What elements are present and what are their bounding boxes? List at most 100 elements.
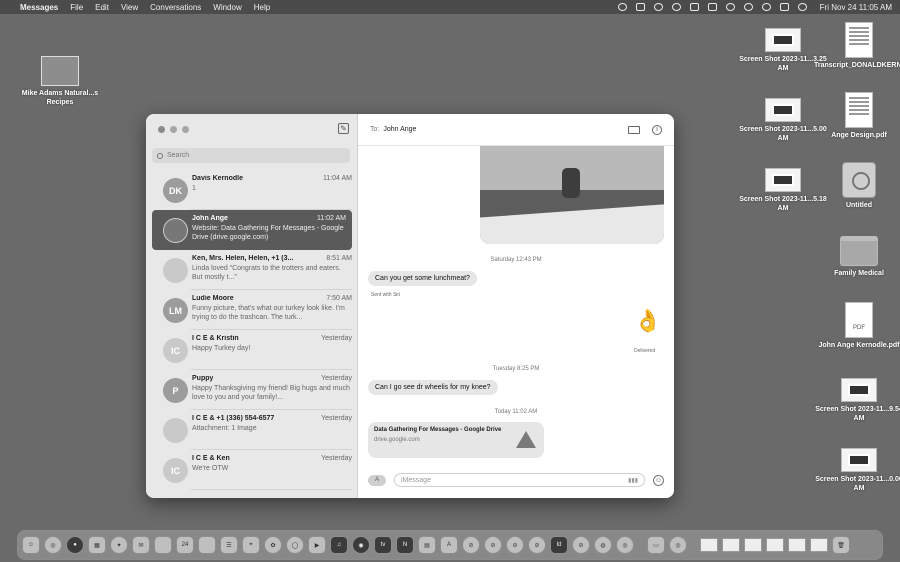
- close-window-button[interactable]: [158, 126, 165, 133]
- status-area: Fri Nov 24 11:05 AM: [617, 3, 892, 12]
- keyboard-icon[interactable]: [689, 3, 699, 11]
- search-icon[interactable]: [761, 3, 771, 11]
- desktop-item-transcript[interactable]: Transcript_DONALDKERNODLE: [814, 22, 900, 70]
- safari-icon[interactable]: ✦: [110, 536, 128, 554]
- menu-edit[interactable]: Edit: [95, 3, 109, 12]
- menu-help[interactable]: Help: [254, 3, 270, 12]
- conversation-item[interactable]: Ken, Mrs. Helen, Helen, +1 (3... 8:51 AM…: [146, 250, 358, 290]
- avatar: P: [163, 378, 188, 403]
- notes-icon[interactable]: [198, 536, 216, 554]
- app-store-button[interactable]: A: [368, 474, 386, 486]
- menu-window[interactable]: Window: [213, 3, 241, 12]
- facetime-video-icon[interactable]: [628, 125, 640, 134]
- siri-icon[interactable]: ◎: [44, 536, 62, 554]
- app-store-icon[interactable]: A: [440, 536, 458, 554]
- photo-message[interactable]: [480, 146, 664, 244]
- desktop-item-ange-design[interactable]: Ange Design.pdf: [814, 92, 900, 140]
- malwarebytes-icon[interactable]: [635, 3, 645, 11]
- desktop-item-family-medical[interactable]: Family Medical: [814, 236, 900, 278]
- screenshot-icon: [765, 168, 801, 192]
- battery-icon[interactable]: [707, 3, 717, 11]
- music-icon[interactable]: ♫: [330, 536, 348, 554]
- disabled-app-icon[interactable]: ⊘: [506, 536, 524, 554]
- compose-icon[interactable]: ✎: [338, 123, 349, 134]
- recent-app-icon[interactable]: ▭: [647, 536, 665, 554]
- time-machine-icon[interactable]: [671, 3, 681, 11]
- info-icon[interactable]: i: [652, 124, 662, 135]
- zoom-window-button[interactable]: [182, 126, 189, 133]
- launchpad-icon[interactable]: ▦: [88, 536, 106, 554]
- conversation-time: Yesterday: [321, 415, 352, 422]
- emoji-picker-icon[interactable]: ☺: [653, 474, 664, 486]
- conversation-item[interactable]: IC I C E & Ken Yesterday We're OTW: [146, 450, 358, 490]
- photo-thumbnail-icon: [41, 56, 79, 86]
- mission-control-icon[interactable]: ●: [66, 536, 84, 554]
- recent-chrome-icon[interactable]: ◎: [669, 536, 687, 554]
- zoom-app-icon[interactable]: ◍: [594, 536, 612, 554]
- ok-hand-emoji-message[interactable]: 👌: [634, 308, 661, 334]
- menu-app-name[interactable]: Messages: [20, 3, 58, 12]
- minimized-document-icon[interactable]: [810, 538, 828, 552]
- message-bubble[interactable]: Can you get some lunchmeat?: [368, 271, 477, 286]
- imessage-input[interactable]: iMessage ▮▮▮: [394, 473, 645, 487]
- minimized-document-icon[interactable]: [766, 538, 784, 552]
- desktop-item-untitled-disk[interactable]: Untitled: [814, 162, 900, 210]
- to-label: To:: [370, 126, 380, 133]
- messages-icon[interactable]: ◯: [286, 536, 304, 554]
- disabled-app-icon[interactable]: ⊘: [572, 536, 590, 554]
- user-icon[interactable]: [743, 3, 753, 11]
- desktop-item-screenshot[interactable]: Screen Shot 2023-11...9.54 AM: [814, 378, 900, 423]
- mail-icon[interactable]: ✉: [132, 536, 150, 554]
- minimized-document-icon[interactable]: [788, 538, 806, 552]
- conversation-item[interactable]: IC I C E & Kristin Yesterday Happy Turke…: [146, 330, 358, 370]
- system-app-icon[interactable]: [154, 536, 172, 554]
- menu-conversations[interactable]: Conversations: [150, 3, 201, 12]
- minimized-document-icon[interactable]: [744, 538, 762, 552]
- message-bubble[interactable]: Can I go see dr wheelis for my knee?: [368, 380, 498, 395]
- screenshot-icon: [841, 378, 877, 402]
- minimize-window-button[interactable]: [170, 126, 177, 133]
- reminders-icon[interactable]: ☰: [220, 536, 238, 554]
- desktop-item-screenshot[interactable]: Screen Shot 2023-11...0.06 AM: [814, 448, 900, 493]
- menu-file[interactable]: File: [70, 3, 83, 12]
- podcasts-icon[interactable]: ◉: [352, 536, 370, 554]
- control-center-icon[interactable]: [779, 3, 789, 11]
- chrome-icon[interactable]: ◎: [616, 536, 634, 554]
- maps-icon[interactable]: ⌖: [242, 536, 260, 554]
- conversation-item[interactable]: I C E & +1 (336) 554-6577 Yesterday Atta…: [146, 410, 358, 450]
- minimized-document-icon[interactable]: [722, 538, 740, 552]
- photo-boat-deck: [480, 204, 664, 244]
- wifi-icon[interactable]: [725, 3, 735, 11]
- indesign-icon[interactable]: Id: [550, 536, 568, 554]
- conversation-item-selected[interactable]: John Ange 11:02 AM Website: Data Gatheri…: [152, 210, 352, 250]
- calendar-icon[interactable]: 24: [176, 536, 194, 554]
- facetime-icon[interactable]: ▶: [308, 536, 326, 554]
- disabled-app-icon[interactable]: ⊘: [528, 536, 546, 554]
- books-icon[interactable]: ▤: [418, 536, 436, 554]
- trash-icon[interactable]: 🗑: [832, 536, 850, 554]
- desktop-item-recipes[interactable]: Mike Adams Natural...s Recipes: [15, 56, 105, 107]
- conversation-item[interactable]: LM Ludie Moore 7:50 AM Funny picture, th…: [146, 290, 358, 330]
- apple-tv-icon[interactable]: tv: [374, 536, 392, 554]
- disabled-app-icon[interactable]: ⊘: [462, 536, 480, 554]
- minimized-document-icon[interactable]: [700, 538, 718, 552]
- conversation-time: Yesterday: [321, 455, 352, 462]
- desktop-item-pdf[interactable]: PDF John Ange Kernodle.pdf: [814, 302, 900, 350]
- audio-waveform-icon[interactable]: ▮▮▮: [628, 477, 638, 484]
- photos-icon[interactable]: ✿: [264, 536, 282, 554]
- sync-icon[interactable]: [617, 3, 627, 11]
- conversation-item[interactable]: P Puppy Yesterday Happy Thanksgiving my …: [146, 370, 358, 410]
- disabled-app-icon[interactable]: ⊘: [484, 536, 502, 554]
- play-icon[interactable]: [653, 3, 663, 11]
- conversation-preview: Website: Data Gathering For Messages - G…: [192, 225, 344, 241]
- menu-view[interactable]: View: [121, 3, 138, 12]
- recipient-name[interactable]: John Ange: [383, 126, 416, 133]
- menu-clock[interactable]: Fri Nov 24 11:05 AM: [820, 3, 892, 12]
- conversation-item[interactable]: DK Davis Kernodle 11:04 AM 1: [146, 170, 358, 210]
- siri-icon[interactable]: [797, 3, 807, 11]
- avatar: LM: [163, 298, 188, 323]
- news-icon[interactable]: N: [396, 536, 414, 554]
- search-field[interactable]: Search: [152, 148, 350, 163]
- link-preview-card[interactable]: Data Gathering For Messages - Google Dri…: [368, 422, 544, 458]
- finder-icon[interactable]: ☺: [22, 536, 40, 554]
